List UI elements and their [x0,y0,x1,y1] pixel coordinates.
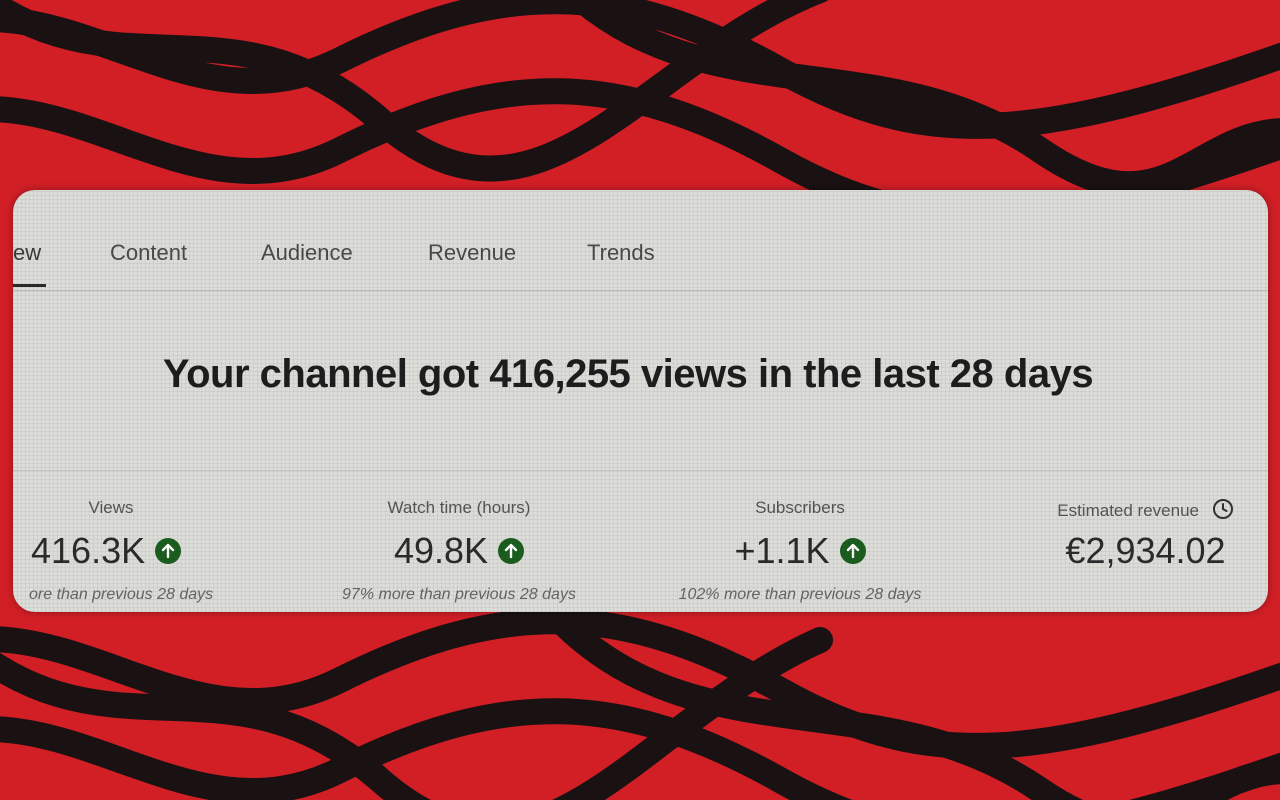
metric-comparison: 97% more than previous 28 days [342,586,576,603]
metric-value: +1.1K [734,530,830,571]
tab-content[interactable]: Content [110,240,187,266]
tab-revenue[interactable]: Revenue [428,240,516,266]
metric-value: €2,934.02 [1065,530,1226,571]
metric-label: Subscribers [755,498,845,517]
metric-value: 49.8K [393,530,489,571]
metric-views[interactable]: Views 416.3K ore than previous 28 days [13,498,261,604]
metric-label: Watch time (hours) [387,498,531,517]
tab-trends[interactable]: Trends [587,240,655,266]
arrow-up-circle-icon [498,538,525,564]
metrics-divider [13,470,1268,471]
active-tab-indicator [13,284,46,287]
metric-label: Estimated revenue [1057,500,1199,520]
tab-audience[interactable]: Audience [261,240,353,266]
metric-estimated-revenue[interactable]: Estimated revenue €2,934.02 [1023,498,1268,572]
tab-overview[interactable]: ew [13,240,41,266]
metric-label-row: Estimated revenue [1023,498,1268,522]
arrow-up-circle-icon [155,538,182,564]
clock-icon[interactable] [1212,498,1234,525]
metric-label: Views [88,498,134,517]
metric-comparison: ore than previous 28 days [29,586,214,603]
analytics-tabs: ew Content Audience Revenue Trends [13,190,1268,291]
arrow-up-circle-icon [839,538,866,564]
page-headline: Your channel got 416,255 views in the la… [162,352,1094,396]
metric-comparison: 102% more than previous 28 days [678,586,922,603]
metric-subscribers[interactable]: Subscribers +1.1K 102% more than previou… [650,498,950,604]
analytics-screen-panel: ew Content Audience Revenue Trends Your … [13,190,1268,612]
metric-watch-time[interactable]: Watch time (hours) 49.8K 97% more than p… [309,498,609,604]
metric-value: 416.3K [31,530,146,571]
